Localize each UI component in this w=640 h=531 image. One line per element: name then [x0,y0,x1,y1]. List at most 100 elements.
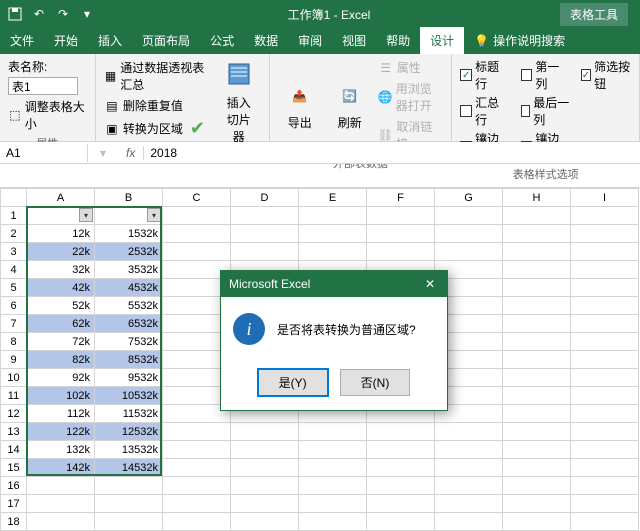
row-header-16[interactable]: 16 [1,477,27,495]
empty-cell[interactable] [571,423,639,441]
empty-cell[interactable] [571,243,639,261]
empty-cell[interactable] [435,459,503,477]
row-header-4[interactable]: 4 [1,261,27,279]
filter-icon[interactable]: ▾ [147,208,161,222]
empty-cell[interactable] [503,405,571,423]
tab-file[interactable]: 文件 [0,27,44,54]
empty-cell[interactable] [367,207,435,225]
data-cell[interactable]: 1532k [95,225,163,243]
empty-cell[interactable] [571,279,639,297]
data-cell[interactable]: 102k [27,387,95,405]
data-cell[interactable]: 2532k [95,243,163,261]
empty-cell[interactable] [27,477,95,495]
empty-cell[interactable] [231,243,299,261]
empty-cell[interactable] [435,495,503,513]
row-header-8[interactable]: 8 [1,333,27,351]
fx-icon[interactable]: fx [118,146,144,160]
table-header-cell[interactable]: 2018▾ [27,207,95,225]
empty-cell[interactable] [299,495,367,513]
empty-cell[interactable] [503,207,571,225]
data-cell[interactable]: 6532k [95,315,163,333]
data-cell[interactable]: 12k [27,225,95,243]
empty-cell[interactable] [299,423,367,441]
col-header-I[interactable]: I [571,189,639,207]
empty-cell[interactable] [231,207,299,225]
data-cell[interactable]: 42k [27,279,95,297]
data-cell[interactable]: 82k [27,351,95,369]
row-header-13[interactable]: 13 [1,423,27,441]
data-cell[interactable]: 11532k [95,405,163,423]
empty-cell[interactable] [503,423,571,441]
data-cell[interactable]: 13532k [95,441,163,459]
data-cell[interactable]: 9532k [95,369,163,387]
empty-cell[interactable] [571,315,639,333]
tab-layout[interactable]: 页面布局 [132,27,200,54]
tab-formula[interactable]: 公式 [200,27,244,54]
empty-cell[interactable] [163,495,231,513]
empty-cell[interactable] [163,243,231,261]
empty-cell[interactable] [231,477,299,495]
empty-cell[interactable] [503,333,571,351]
empty-cell[interactable] [503,225,571,243]
empty-cell[interactable] [367,243,435,261]
empty-cell[interactable] [231,225,299,243]
undo-icon[interactable]: ↶ [28,3,50,25]
data-cell[interactable]: 3532k [95,261,163,279]
empty-cell[interactable] [231,441,299,459]
resize-table-button[interactable]: ⬚调整表格大小 [8,97,87,133]
refresh-button[interactable]: 🔄刷新 [328,58,372,153]
empty-cell[interactable] [163,441,231,459]
empty-cell[interactable] [367,513,435,531]
empty-cell[interactable] [367,423,435,441]
filter-icon[interactable]: ▾ [79,208,93,222]
empty-cell[interactable] [95,477,163,495]
empty-cell[interactable] [571,351,639,369]
data-cell[interactable]: 52k [27,297,95,315]
col-header-E[interactable]: E [299,189,367,207]
redo-icon[interactable]: ↷ [52,3,74,25]
empty-cell[interactable] [95,495,163,513]
qat-dropdown-icon[interactable]: ▾ [76,3,98,25]
empty-cell[interactable] [95,513,163,531]
empty-cell[interactable] [163,513,231,531]
data-cell[interactable]: 132k [27,441,95,459]
empty-cell[interactable] [163,225,231,243]
empty-cell[interactable] [503,315,571,333]
empty-cell[interactable] [571,495,639,513]
empty-cell[interactable] [503,513,571,531]
empty-cell[interactable] [503,279,571,297]
pivot-button[interactable]: ▦通过数据透视表汇总 [104,58,211,94]
data-cell[interactable]: 12532k [95,423,163,441]
empty-cell[interactable] [367,459,435,477]
empty-cell[interactable] [571,513,639,531]
no-button[interactable]: 否(N) [340,369,411,396]
empty-cell[interactable] [435,441,503,459]
data-cell[interactable]: 22k [27,243,95,261]
yes-button[interactable]: 是(Y) [258,369,328,396]
name-box[interactable]: A1 [0,144,88,162]
data-cell[interactable]: 72k [27,333,95,351]
empty-cell[interactable] [163,459,231,477]
empty-cell[interactable] [299,513,367,531]
check-first-col[interactable]: 第一列 [521,58,571,92]
data-cell[interactable]: 62k [27,315,95,333]
col-header-F[interactable]: F [367,189,435,207]
empty-cell[interactable] [163,477,231,495]
empty-cell[interactable] [435,423,503,441]
empty-cell[interactable] [571,261,639,279]
data-cell[interactable]: 14532k [95,459,163,477]
empty-cell[interactable] [299,225,367,243]
empty-cell[interactable] [571,297,639,315]
empty-cell[interactable] [571,405,639,423]
empty-cell[interactable] [367,477,435,495]
row-header-14[interactable]: 14 [1,441,27,459]
empty-cell[interactable] [299,459,367,477]
check-total-row[interactable]: 汇总行 [460,94,510,128]
empty-cell[interactable] [571,459,639,477]
empty-cell[interactable] [231,423,299,441]
empty-cell[interactable] [503,351,571,369]
data-cell[interactable]: 5532k [95,297,163,315]
empty-cell[interactable] [571,333,639,351]
empty-cell[interactable] [571,387,639,405]
tab-help[interactable]: 帮助 [376,27,420,54]
